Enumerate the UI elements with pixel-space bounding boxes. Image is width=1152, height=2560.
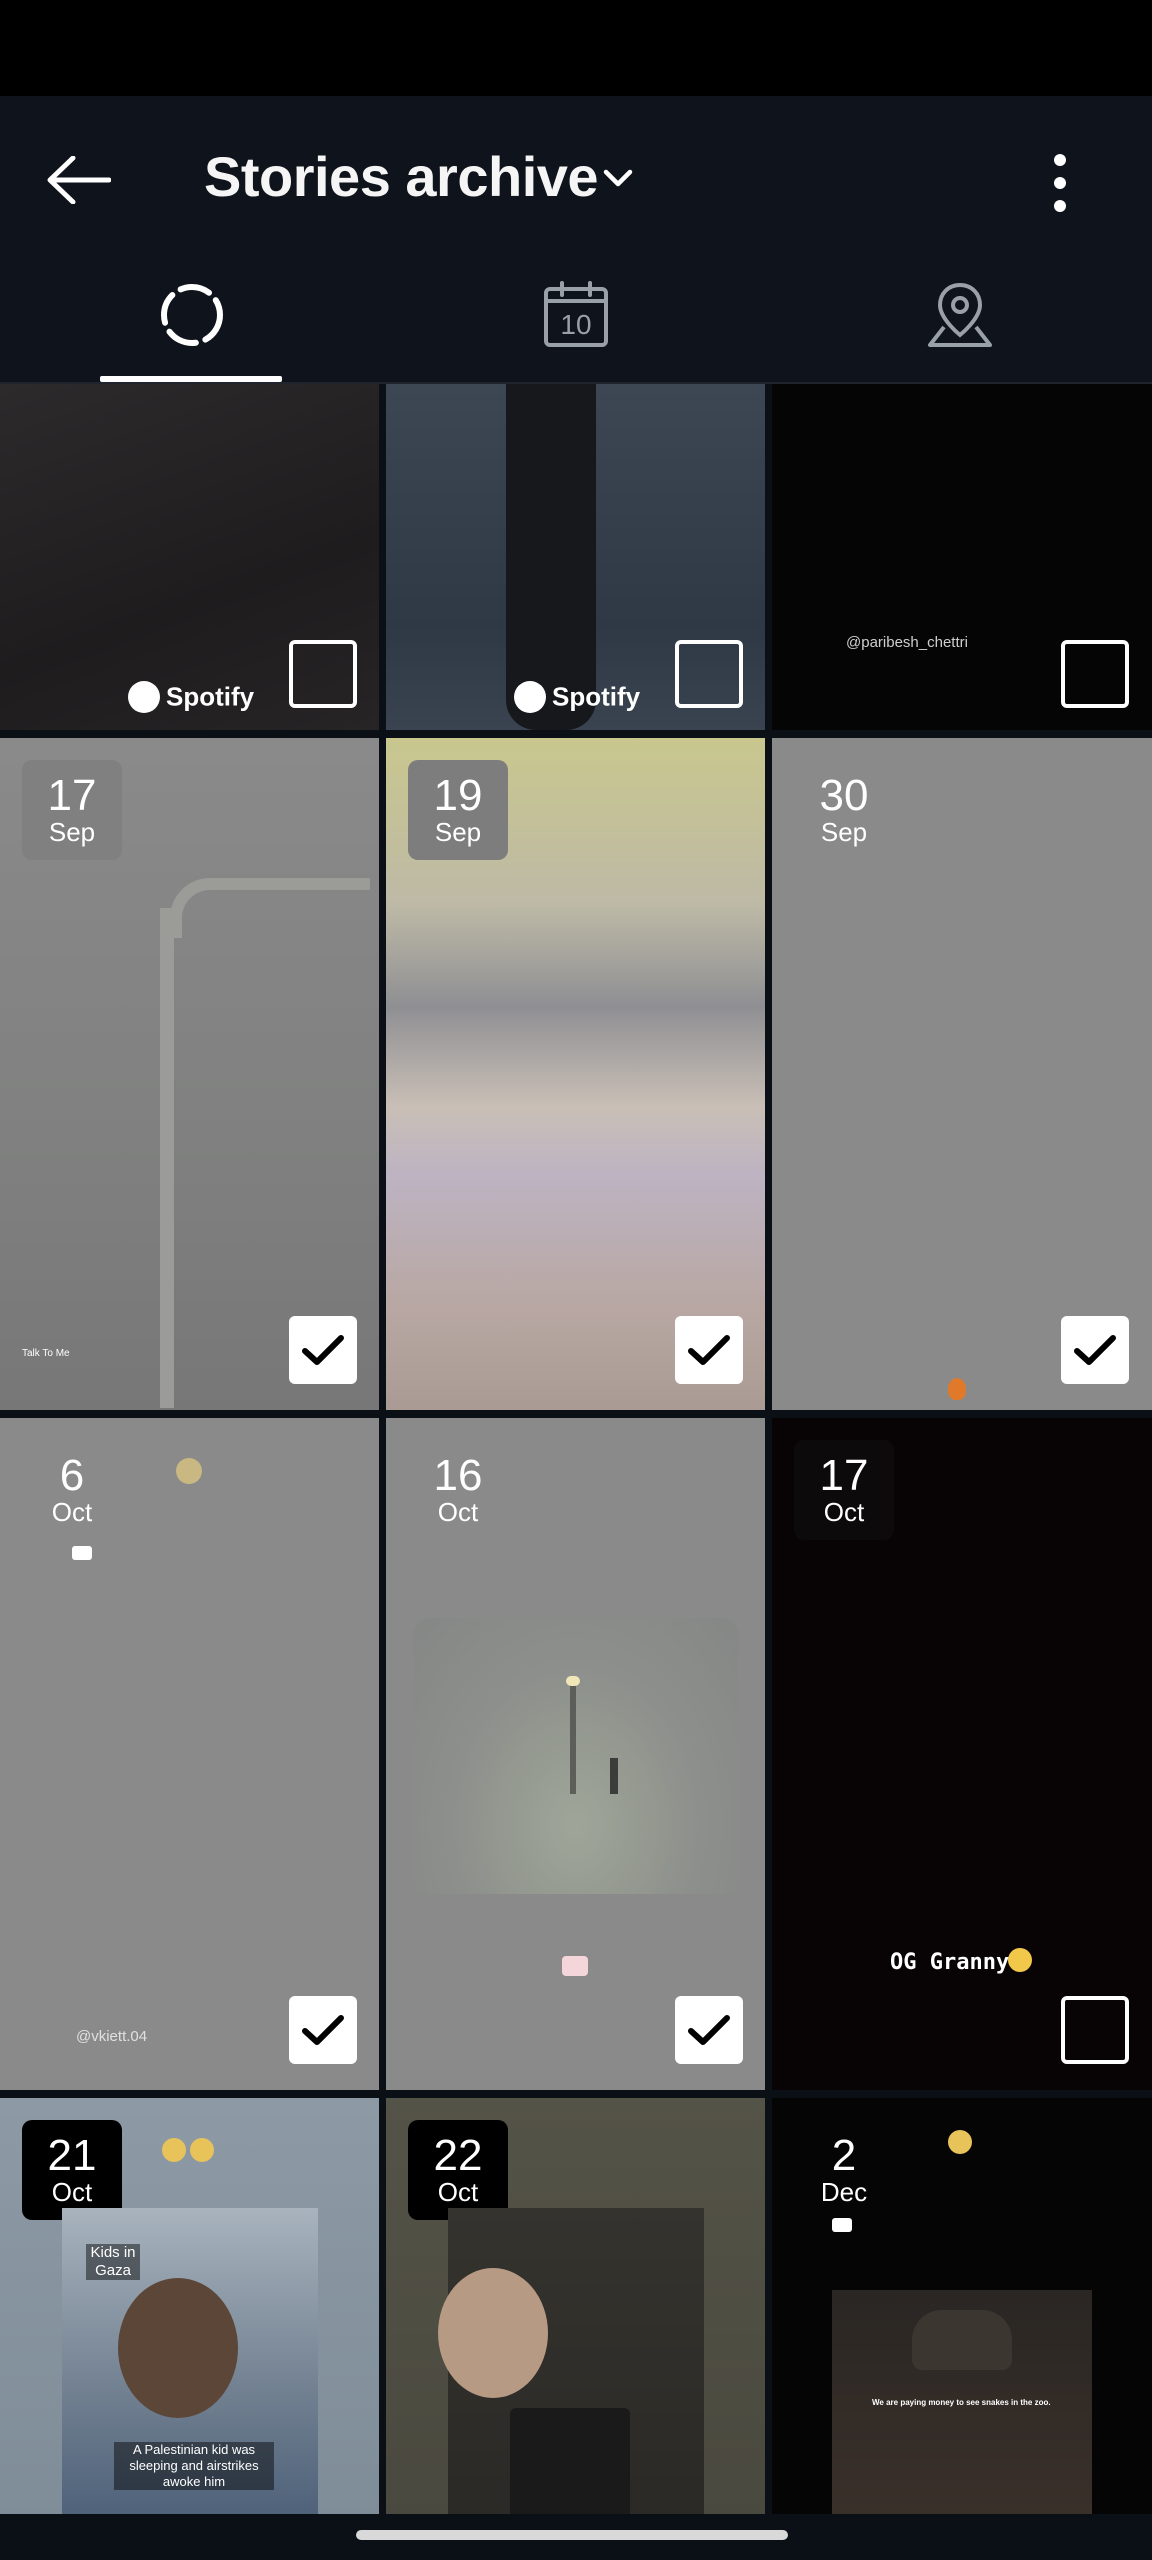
story-tile[interactable]: 22 Oct [386,2098,765,2514]
date-month: Sep [434,817,482,847]
date-month: Oct [51,1497,93,1527]
date-month: Oct [51,2177,93,2207]
spotify-logo: Spotify [514,680,640,714]
story-ring-icon [161,284,223,346]
story-caption: We are paying money to see snakes in the… [872,2398,1051,2407]
select-checkbox[interactable] [675,640,743,708]
date-day: 2 [831,2131,857,2180]
date-badge: 17 Sep [22,760,122,860]
emoji [190,2138,214,2162]
date-badge: 19 Sep [408,760,508,860]
date-badge: 17 Oct [794,1440,894,1540]
story-tile[interactable]: 2 Dec We are paying money to see snakes … [772,2098,1152,2514]
checkmark-icon [1074,1335,1116,1365]
date-day: 16 [433,1451,483,1500]
date-month: Sep [820,817,868,847]
story-caption: Talk To Me [22,1348,70,1359]
active-tab-indicator [100,376,282,382]
story-caption: OG Granny [890,1950,1010,1975]
select-checkbox[interactable] [289,1996,357,2064]
date-badge: 30 Sep [794,760,894,860]
emoji [176,1458,202,1484]
select-checkbox[interactable] [1061,1996,1129,2064]
story-tile[interactable]: Spotify [386,384,765,730]
tab-calendar[interactable]: 10 [384,246,768,384]
date-day: 6 [59,1451,85,1500]
checkmark-icon [302,1335,344,1365]
select-checkbox[interactable] [1061,640,1129,708]
street-lamp-pole [160,908,174,1408]
story-tile[interactable]: 16 Oct [386,1418,765,2090]
story-handle: @vkiett.04 [76,2028,148,2045]
story-label: Kids in Gaza [86,2244,140,2280]
status-bar [0,0,1152,96]
select-checkbox[interactable] [675,1316,743,1384]
back-button[interactable] [36,138,120,222]
date-day: 19 [433,771,483,820]
date-day: 22 [433,2131,483,2180]
date-day: 17 [47,771,97,820]
youtube-icon [832,2218,852,2232]
date-badge: 16 Oct [408,1440,508,1540]
svg-text:10: 10 [560,309,591,340]
select-checkbox[interactable] [289,1316,357,1384]
story-tile[interactable]: Spotify [0,384,379,730]
tab-stories[interactable] [0,246,384,384]
date-badge: 22 Oct [408,2120,508,2220]
map-pin-icon [928,282,992,347]
app-bar: Stories archive [0,96,1152,246]
story-tile[interactable]: 6 Oct @vkiett.04 [0,1418,379,2090]
date-badge: 2 Dec [794,2120,894,2220]
date-day: 21 [47,2131,97,2180]
date-badge: 6 Oct [22,1440,122,1540]
heart-sticker [562,1956,588,1976]
date-month: Oct [437,1497,479,1527]
spotify-logo: Spotify [128,680,254,714]
emoji [162,2138,186,2162]
story-image [438,2208,704,2514]
tab-bar: 10 [0,246,1152,384]
date-day: 17 [819,1451,869,1500]
story-tile[interactable]: @paribesh_chettri [772,384,1152,730]
fire-emoji [948,1378,966,1400]
date-month: Dec [820,2177,868,2207]
story-grid: Spotify Spotify @paribesh_chettri 17 Sep… [0,384,1152,2514]
story-image [414,1618,738,1894]
more-options-icon[interactable] [1030,148,1090,218]
date-badge: 21 Oct [22,2120,122,2220]
story-handle: @paribesh_chettri [846,634,968,651]
emoji [948,2130,972,2154]
story-tile[interactable]: 21 Oct Kids in Gaza A Palestinian kid wa… [0,2098,379,2514]
date-month: Oct [823,1497,865,1527]
home-indicator[interactable] [356,2530,788,2540]
youtube-icon [72,1546,92,1560]
date-month: Oct [437,2177,479,2207]
chevron-down-icon[interactable] [598,158,638,198]
checkmark-icon [302,2015,344,2045]
street-lamp-arm [170,878,370,938]
story-tile[interactable]: 17 Sep Talk To Me [0,738,379,1410]
arrow-left-icon [47,156,111,204]
select-checkbox[interactable] [289,640,357,708]
date-day: 30 [819,771,869,820]
story-caption: A Palestinian kid was sleeping and airst… [114,2442,274,2490]
date-month: Sep [48,817,96,847]
checkmark-icon [688,2015,730,2045]
story-tile[interactable]: 19 Sep [386,738,765,1410]
silhouette-shape [506,384,596,730]
tab-map[interactable] [768,246,1152,384]
emoji [1008,1948,1032,1972]
story-tile[interactable]: 30 Sep [772,738,1152,1410]
calendar-icon: 10 [544,281,608,347]
story-tile[interactable]: 17 Oct OG Granny [772,1418,1152,2090]
checkmark-icon [688,1335,730,1365]
select-checkbox[interactable] [675,1996,743,2064]
page-title[interactable]: Stories archive [204,144,599,209]
select-checkbox[interactable] [1061,1316,1129,1384]
